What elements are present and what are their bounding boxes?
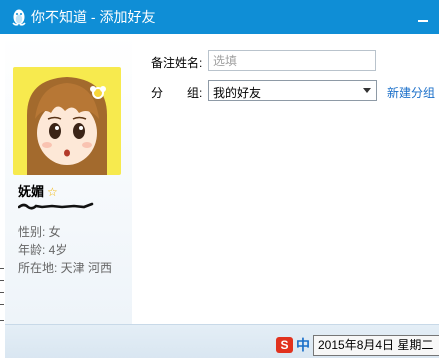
- date-tooltip: 2015年8月4日 星期二: [313, 335, 439, 356]
- profile-panel: 妩媚 ☆ 性别: 女 年龄: 4岁 所在地: 天津 河西: [5, 34, 132, 324]
- background-text-fragment: [0, 304, 4, 305]
- group-select[interactable]: 我的好友: [208, 80, 377, 101]
- minimize-icon: [418, 20, 428, 22]
- ime-status-bar[interactable]: S 中: [276, 335, 316, 355]
- profile-age: 年龄: 4岁: [18, 243, 68, 257]
- ime-mode-indicator[interactable]: 中: [296, 336, 310, 354]
- group-label-char1: 分: [151, 86, 164, 100]
- remark-name-input[interactable]: [208, 50, 376, 71]
- profile-location: 所在地: 天津 河西: [18, 261, 113, 275]
- profile-name: 妩媚: [18, 184, 45, 199]
- background-window-edge: [0, 262, 5, 332]
- dropdown-arrow-icon: [363, 88, 371, 93]
- background-text-fragment: [0, 292, 4, 293]
- profile-name-row: 妩媚 ☆: [18, 181, 58, 200]
- qq-penguin-icon: [11, 8, 27, 26]
- avatar[interactable]: [13, 67, 121, 175]
- group-label-char2: 组:: [187, 86, 203, 100]
- redacted-account-scribble: [18, 202, 94, 210]
- minimize-button[interactable]: [413, 8, 433, 26]
- star-icon: ☆: [47, 185, 58, 199]
- remark-name-label: 备注姓名:: [151, 56, 203, 70]
- background-text-fragment: [0, 320, 4, 321]
- new-group-link[interactable]: 新建分组: [387, 84, 435, 101]
- background-text-fragment: [0, 268, 4, 269]
- group-select-value: 我的好友: [213, 86, 262, 100]
- add-friend-window: 你不知道 - 添加好友 妩媚 ☆ 性别: 女 年龄: 4岁 所在地: 天津 河西…: [0, 0, 439, 358]
- profile-gender: 性别: 女: [18, 225, 61, 239]
- sogou-ime-logo-icon: S: [276, 337, 293, 353]
- window-title: 你不知道 - 添加好友: [31, 9, 156, 25]
- background-text-fragment: [0, 280, 4, 281]
- title-bar[interactable]: 你不知道 - 添加好友: [0, 0, 439, 34]
